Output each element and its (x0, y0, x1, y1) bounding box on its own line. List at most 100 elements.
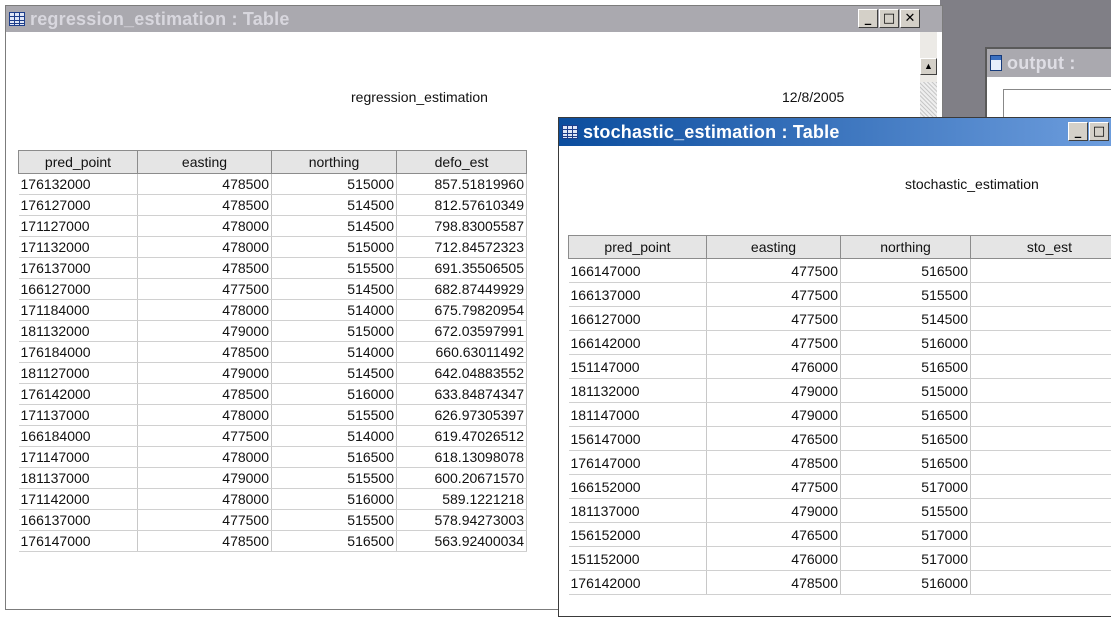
cell-pred-point[interactable]: 166137000 (19, 510, 138, 531)
cell-northing[interactable]: 514500 (841, 307, 971, 331)
cell-pred-point[interactable]: 166147000 (569, 259, 707, 283)
cell-easting[interactable]: 476000 (707, 547, 841, 571)
cell-easting[interactable]: 477500 (138, 510, 272, 531)
table-row[interactable]: 171127000478000514500798.83005587 (19, 216, 527, 237)
table-row[interactable]: 17614200047850051600080 (569, 571, 1111, 595)
cell-pred-point[interactable]: 181127000 (19, 363, 138, 384)
cell-northing[interactable]: 516500 (841, 355, 971, 379)
cell-pred-point[interactable]: 181137000 (19, 468, 138, 489)
table-row[interactable]: 18114700047900051650080 (569, 403, 1111, 427)
cell-pred-point[interactable]: 166127000 (569, 307, 707, 331)
minimize-button[interactable]: _ (1068, 122, 1088, 141)
cell-easting[interactable]: 479000 (707, 403, 841, 427)
table-row[interactable]: 17614700047850051650080 (569, 451, 1111, 475)
table-row[interactable]: 171132000478000515000712.84572323 (19, 237, 527, 258)
cell-pred-point[interactable]: 176147000 (19, 531, 138, 552)
cell-estimate[interactable]: 675.79820954 (397, 300, 527, 321)
cell-estimate[interactable]: 80 (971, 331, 1111, 355)
cell-northing[interactable]: 515000 (272, 321, 397, 342)
cell-easting[interactable]: 478500 (707, 451, 841, 475)
cell-estimate[interactable]: 600.20671570 (397, 468, 527, 489)
cell-pred-point[interactable]: 181137000 (569, 499, 707, 523)
cell-northing[interactable]: 514500 (272, 279, 397, 300)
cell-pred-point[interactable]: 176137000 (19, 258, 138, 279)
cell-easting[interactable]: 477500 (138, 426, 272, 447)
cell-northing[interactable]: 515500 (272, 258, 397, 279)
cell-estimate[interactable]: 660.63011492 (397, 342, 527, 363)
table-row[interactable]: 176137000478500515500691.35506505 (19, 258, 527, 279)
cell-northing[interactable]: 516000 (841, 571, 971, 595)
maximize-button[interactable]: □ (1089, 122, 1109, 141)
cell-estimate[interactable]: 80 (971, 547, 1111, 571)
cell-easting[interactable]: 477500 (707, 307, 841, 331)
minimize-button[interactable]: _ (858, 9, 878, 28)
cell-pred-point[interactable]: 156147000 (569, 427, 707, 451)
cell-easting[interactable]: 478000 (138, 216, 272, 237)
table-row[interactable]: 18113700047900051550080 (569, 499, 1111, 523)
regression-window-titlebar[interactable]: regression_estimation : Table _ □ ✕ (6, 6, 942, 32)
table-row[interactable]: 15615200047650051700080 (569, 523, 1111, 547)
cell-easting[interactable]: 477500 (707, 331, 841, 355)
cell-northing[interactable]: 516000 (272, 384, 397, 405)
cell-estimate[interactable]: 80 (971, 499, 1111, 523)
cell-easting[interactable]: 477500 (707, 259, 841, 283)
table-row[interactable]: 16612700047750051450080 (569, 307, 1111, 331)
cell-northing[interactable]: 516500 (272, 447, 397, 468)
cell-estimate[interactable]: 618.13098078 (397, 447, 527, 468)
cell-northing[interactable]: 515000 (272, 174, 397, 195)
stochastic-estimation-window[interactable]: stochastic_estimation : Table _ □ stocha… (558, 117, 1111, 617)
cell-estimate[interactable]: 80 (971, 283, 1111, 307)
cell-estimate[interactable]: 626.97305397 (397, 405, 527, 426)
table-row[interactable]: 166137000477500515500578.94273003 (19, 510, 527, 531)
table-row[interactable]: 171142000478000516000589.1221218 (19, 489, 527, 510)
cell-easting[interactable]: 476500 (707, 523, 841, 547)
cell-northing[interactable]: 516500 (272, 531, 397, 552)
cell-easting[interactable]: 478500 (138, 258, 272, 279)
table-row[interactable]: 181132000479000515000672.03597991 (19, 321, 527, 342)
table-row[interactable]: 176184000478500514000660.63011492 (19, 342, 527, 363)
cell-northing[interactable]: 516500 (841, 451, 971, 475)
table-row[interactable]: 176142000478500516000633.84874347 (19, 384, 527, 405)
cell-northing[interactable]: 515500 (272, 405, 397, 426)
cell-pred-point[interactable]: 181132000 (569, 379, 707, 403)
cell-pred-point[interactable]: 166152000 (569, 475, 707, 499)
cell-estimate[interactable]: 642.04883552 (397, 363, 527, 384)
cell-northing[interactable]: 514500 (272, 195, 397, 216)
cell-northing[interactable]: 514000 (272, 426, 397, 447)
cell-northing[interactable]: 517000 (841, 523, 971, 547)
cell-pred-point[interactable]: 176142000 (19, 384, 138, 405)
cell-easting[interactable]: 478000 (138, 300, 272, 321)
table-row[interactable]: 16614200047750051600080 (569, 331, 1111, 355)
cell-pred-point[interactable]: 171137000 (19, 405, 138, 426)
cell-estimate[interactable]: 80 (971, 403, 1111, 427)
column-header-sto-est[interactable]: sto_est (971, 236, 1111, 259)
cell-pred-point[interactable]: 166137000 (569, 283, 707, 307)
cell-pred-point[interactable]: 181132000 (19, 321, 138, 342)
table-row[interactable]: 16614700047750051650080 (569, 259, 1111, 283)
cell-estimate[interactable]: 80 (971, 379, 1111, 403)
cell-easting[interactable]: 479000 (138, 363, 272, 384)
cell-easting[interactable]: 479000 (707, 499, 841, 523)
cell-estimate[interactable]: 691.35506505 (397, 258, 527, 279)
cell-estimate[interactable]: 619.47026512 (397, 426, 527, 447)
cell-pred-point[interactable]: 151147000 (569, 355, 707, 379)
cell-easting[interactable]: 477500 (707, 283, 841, 307)
cell-estimate[interactable]: 812.57610349 (397, 195, 527, 216)
cell-northing[interactable]: 516000 (272, 489, 397, 510)
cell-northing[interactable]: 514000 (272, 300, 397, 321)
cell-estimate[interactable]: 578.94273003 (397, 510, 527, 531)
column-header-easting[interactable]: easting (707, 236, 841, 259)
cell-estimate[interactable]: 633.84874347 (397, 384, 527, 405)
cell-easting[interactable]: 478500 (138, 384, 272, 405)
table-row[interactable]: 176132000478500515000857.51819960 (19, 174, 527, 195)
cell-northing[interactable]: 515500 (272, 510, 397, 531)
column-header-pred-point[interactable]: pred_point (19, 151, 138, 174)
cell-estimate[interactable]: 857.51819960 (397, 174, 527, 195)
cell-easting[interactable]: 478000 (138, 447, 272, 468)
cell-pred-point[interactable]: 151152000 (569, 547, 707, 571)
cell-estimate[interactable]: 563.92400034 (397, 531, 527, 552)
cell-estimate[interactable]: 80 (971, 355, 1111, 379)
cell-estimate[interactable]: 80 (971, 451, 1111, 475)
table-row[interactable]: 16613700047750051550080 (569, 283, 1111, 307)
table-row[interactable]: 16615200047750051700080 (569, 475, 1111, 499)
